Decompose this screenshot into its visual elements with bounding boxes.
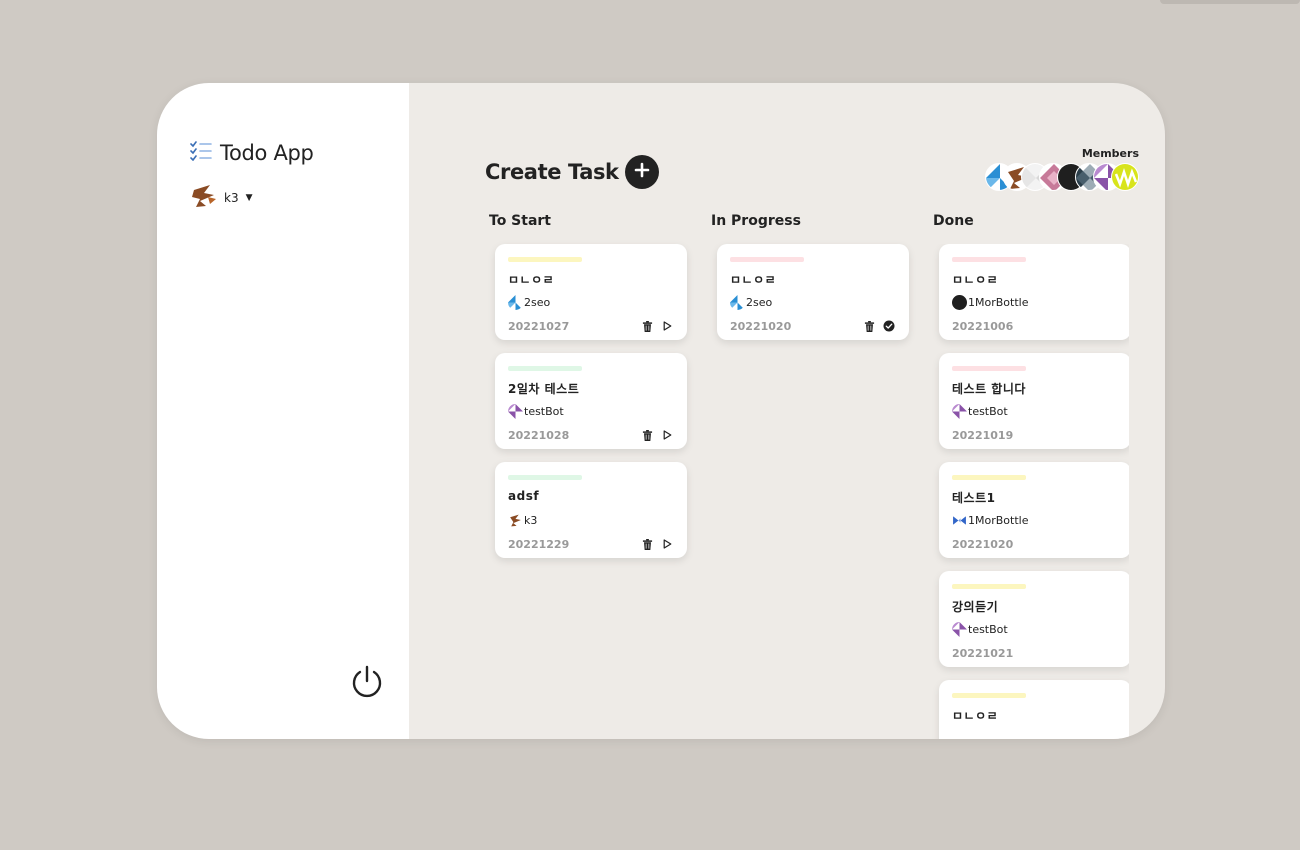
task-actions <box>641 538 673 550</box>
task-tag <box>508 257 582 262</box>
play-icon[interactable] <box>661 538 673 550</box>
task-date: 20221020 <box>952 538 1014 551</box>
task-date: 20221019 <box>952 429 1014 442</box>
board: Create Task Members To Start ㅁㄴㅇㄹ 2seo 2… <box>409 83 1165 739</box>
user-name: k3 <box>224 191 239 205</box>
page-title: Create Task <box>485 160 619 184</box>
task-card[interactable]: ㅁㄴㅇㄹ <box>939 680 1129 739</box>
assignee-name: 1MorBottle <box>968 295 1029 309</box>
members-panel: Members <box>985 147 1139 191</box>
window-edge <box>1160 0 1300 4</box>
task-tag <box>952 584 1026 589</box>
task-card[interactable]: ㅁㄴㅇㄹ 2seo 20221027 <box>495 244 687 340</box>
task-title: 강의듣기 <box>952 600 999 614</box>
assignee-avatar <box>508 294 523 310</box>
task-tag <box>952 257 1026 262</box>
trash-icon[interactable] <box>641 429 653 441</box>
task-card[interactable]: 강의듣기 testBot 20221021 <box>939 571 1129 667</box>
app-title: Todo App <box>220 141 314 165</box>
brand: Todo App <box>190 141 314 165</box>
task-tag <box>508 366 582 371</box>
members-label: Members <box>1081 147 1139 160</box>
task-tag <box>952 475 1026 480</box>
task-title: ㅁㄴㅇㄹ <box>508 273 555 287</box>
assignee-name: 2seo <box>746 295 773 309</box>
column-to-start: To Start ㅁㄴㅇㄹ 2seo 20221027 2일차 테스트 test… <box>485 213 687 571</box>
task-date: 20221027 <box>508 320 570 333</box>
user-avatar <box>190 182 218 214</box>
task-assignee: 2seo <box>508 294 674 310</box>
play-icon[interactable] <box>661 429 673 441</box>
task-assignee: testBot <box>952 621 1118 637</box>
task-title: 테스트1 <box>952 491 996 505</box>
assignee-avatar <box>952 403 967 419</box>
column-title: In Progress <box>711 213 801 229</box>
task-card[interactable]: ㅁㄴㅇㄹ 1MorBottle 20221006 <box>939 244 1129 340</box>
check-circle-icon[interactable] <box>883 320 895 332</box>
column-title: Done <box>933 213 974 229</box>
app-window: Todo App k3 ▼ Create Task Members To Sta… <box>157 83 1165 739</box>
task-title: ㅁㄴㅇㄹ <box>952 273 999 287</box>
trash-icon[interactable] <box>641 320 653 332</box>
trash-icon[interactable] <box>863 320 875 332</box>
task-date: 20221229 <box>508 538 570 551</box>
task-tag <box>730 257 804 262</box>
trash-icon[interactable] <box>641 538 653 550</box>
assignee-avatar <box>952 621 967 637</box>
task-assignee: 1MorBottle <box>952 512 1118 528</box>
assignee-name: testBot <box>524 404 564 418</box>
assignee-name: 1MorBottle <box>968 513 1029 527</box>
plus-icon <box>634 162 650 182</box>
sidebar: Todo App k3 ▼ <box>157 83 409 739</box>
assignee-avatar <box>952 294 967 310</box>
assignee-name: k3 <box>524 513 538 527</box>
logout-button[interactable] <box>349 664 385 700</box>
task-title: ㅁㄴㅇㄹ <box>730 273 777 287</box>
task-assignee: testBot <box>508 403 674 419</box>
chevron-down-icon: ▼ <box>245 193 253 203</box>
task-card[interactable]: adsf k3 20221229 <box>495 462 687 558</box>
assignee-name: 2seo <box>524 295 551 309</box>
assignee-avatar <box>730 294 745 310</box>
task-title: 2일차 테스트 <box>508 382 580 396</box>
checklist-icon <box>190 141 212 165</box>
task-title: ㅁㄴㅇㄹ <box>952 709 999 723</box>
task-tag <box>508 475 582 480</box>
column-title: To Start <box>489 213 552 229</box>
task-actions <box>641 429 673 441</box>
task-card[interactable]: ㅁㄴㅇㄹ 2seo 20221020 <box>717 244 909 340</box>
task-date: 20221028 <box>508 429 570 442</box>
task-assignee: testBot <box>952 403 1118 419</box>
assignee-avatar <box>952 512 967 528</box>
column-in-progress: In Progress ㅁㄴㅇㄹ 2seo 20221020 <box>707 213 909 353</box>
play-icon[interactable] <box>661 320 673 332</box>
task-card[interactable]: 2일차 테스트 testBot 20221028 <box>495 353 687 449</box>
power-icon <box>349 665 385 704</box>
task-actions <box>641 320 673 332</box>
task-assignee: 1MorBottle <box>952 294 1118 310</box>
task-assignee: k3 <box>508 512 674 528</box>
task-date: 20221006 <box>952 320 1014 333</box>
board-header: Create Task <box>485 155 659 189</box>
member-avatar[interactable] <box>1111 163 1139 191</box>
task-tag <box>952 366 1026 371</box>
task-card[interactable]: 테스트 합니다 testBot 20221019 <box>939 353 1129 449</box>
task-date: 20221021 <box>952 647 1014 660</box>
task-date: 20221020 <box>730 320 792 333</box>
member-avatars <box>985 163 1139 191</box>
task-assignee: 2seo <box>730 294 896 310</box>
task-tag <box>952 693 1026 698</box>
create-task-button[interactable] <box>624 155 659 189</box>
assignee-avatar <box>508 512 523 528</box>
assignee-name: testBot <box>968 622 1008 636</box>
task-card[interactable]: 테스트1 1MorBottle 20221020 <box>939 462 1129 558</box>
column-done: Done ㅁㄴㅇㄹ 1MorBottle 20221006 테스트 합니다 te… <box>929 213 1129 739</box>
task-actions <box>863 320 895 332</box>
task-title: adsf <box>508 489 540 503</box>
assignee-avatar <box>508 403 523 419</box>
user-menu[interactable]: k3 ▼ <box>190 182 253 214</box>
task-title: 테스트 합니다 <box>952 382 1026 396</box>
assignee-name: testBot <box>968 404 1008 418</box>
done-list[interactable]: ㅁㄴㅇㄹ 1MorBottle 20221006 테스트 합니다 testBot… <box>929 244 1129 739</box>
